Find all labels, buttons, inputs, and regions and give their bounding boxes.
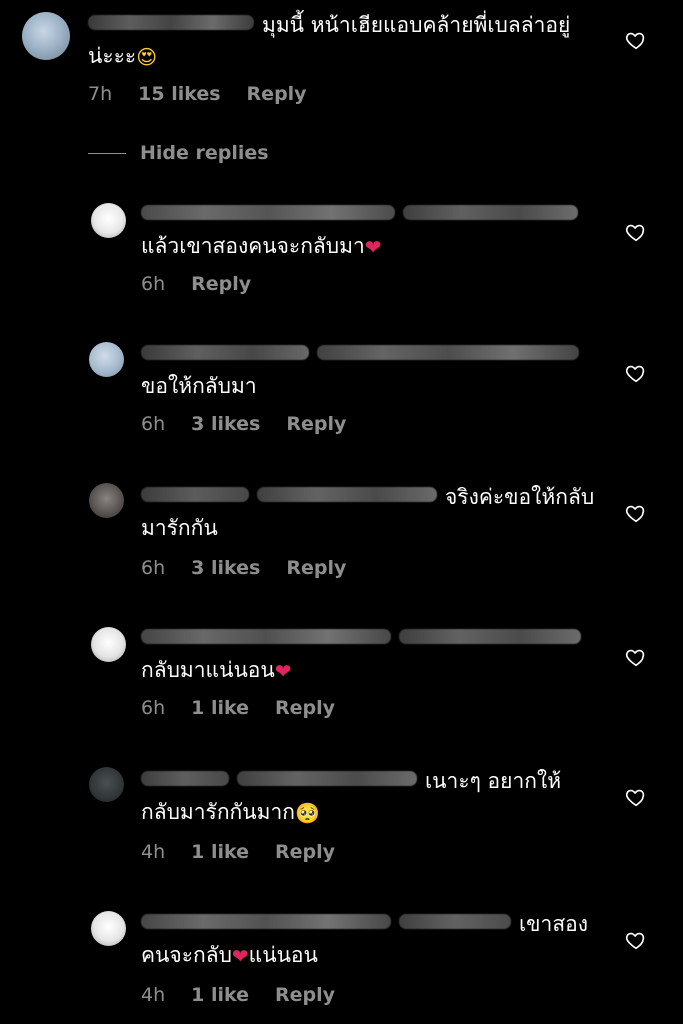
comment-meta: 6h 3 likes Reply [141,556,346,580]
mention[interactable] [317,345,579,360]
heart-outline-icon[interactable] [625,362,647,384]
timestamp: 6h [141,697,166,719]
likes-count[interactable]: 1 like [191,984,249,1006]
likes-count[interactable]: 3 likes [191,557,260,579]
username[interactable] [141,487,249,502]
reply-button[interactable]: Reply [247,83,307,105]
likes-count[interactable]: 1 like [191,841,249,863]
likes-count[interactable]: 15 likes [138,83,220,105]
username[interactable] [141,205,395,220]
heart-outline-icon[interactable] [625,646,647,668]
reply-button[interactable]: Reply [286,557,346,579]
timestamp: 6h [141,557,166,579]
timestamp: 6h [141,413,166,435]
mention[interactable] [257,487,437,502]
heart-outline-icon[interactable] [625,786,647,808]
comment-meta: 6h 3 likes Reply [141,412,346,436]
red-heart-emoji: ❤ [274,659,292,683]
comment-meta: 6h Reply [141,272,251,296]
comment-text: แล้วเขาสองคนจะกลับมา [141,234,365,258]
mention[interactable] [399,914,511,929]
comments-page: มุมนี้ หน้าเฮียแอบคล้ายพี่เบลล่าอยู่น่ะะ… [0,0,683,1024]
avatar[interactable] [91,911,126,946]
username[interactable] [141,345,309,360]
pleading-face-emoji: 🥺 [294,801,320,825]
avatar[interactable] [89,767,124,802]
reply-button[interactable]: Reply [275,841,335,863]
reply-button[interactable]: Reply [286,413,346,435]
avatar[interactable] [89,342,124,377]
username[interactable] [141,629,391,644]
username[interactable] [141,771,229,786]
comment-body: เนาะๆ อยากให้กลับมารักกันมาก🥺 [141,766,598,828]
red-heart-emoji: ❤ [231,944,249,968]
comment-body: จริงค่ะขอให้กลับมารักกัน [141,482,598,544]
reply-button[interactable]: Reply [275,697,335,719]
heart-outline-icon[interactable] [625,929,647,951]
username[interactable] [141,914,391,929]
comment-body: กลับมาแน่นอน❤ [141,624,598,686]
heart-outline-icon[interactable] [625,502,647,524]
timestamp: 4h [141,841,166,863]
timestamp: 4h [141,984,166,1006]
heart-eyes-emoji: 😍 [136,45,158,69]
comment-text-after: แน่นอน [248,943,318,967]
mention[interactable] [399,629,581,644]
comment-body: ขอให้กลับมา [141,340,598,402]
heart-outline-icon[interactable] [625,29,647,51]
reply-button[interactable]: Reply [275,984,335,1006]
likes-count[interactable]: 3 likes [191,413,260,435]
mention[interactable] [403,205,578,220]
comment-body: แล้วเขาสองคนจะกลับมา❤ [141,200,598,262]
mention[interactable] [237,771,417,786]
comment-body: มุมนี้ หน้าเฮียแอบคล้ายพี่เบลล่าอยู่น่ะะ… [88,10,598,72]
hide-replies-label: Hide replies [140,142,269,164]
reply-button[interactable]: Reply [191,273,251,295]
avatar[interactable] [91,203,126,238]
username[interactable] [88,15,254,30]
avatar[interactable] [89,483,124,518]
comment-text: กลับมาแน่นอน [141,658,275,682]
comment-text: ขอให้กลับมา [141,374,257,398]
comment-body: เขาสองคนจะกลับ❤แน่นอน [141,909,598,971]
comment-meta: 6h 1 like Reply [141,696,335,720]
hide-replies-button[interactable]: Hide replies [88,142,269,164]
comment-meta: 4h 1 like Reply [141,840,335,864]
heart-outline-icon[interactable] [625,221,647,243]
timestamp: 6h [141,273,166,295]
comment-meta: 4h 1 like Reply [141,983,335,1007]
likes-count[interactable]: 1 like [191,697,249,719]
avatar[interactable] [91,627,126,662]
avatar[interactable] [22,12,70,60]
divider-line [88,152,126,154]
timestamp: 7h [88,83,113,105]
red-heart-emoji: ❤ [364,235,382,259]
comment-meta: 7h 15 likes Reply [88,82,307,106]
